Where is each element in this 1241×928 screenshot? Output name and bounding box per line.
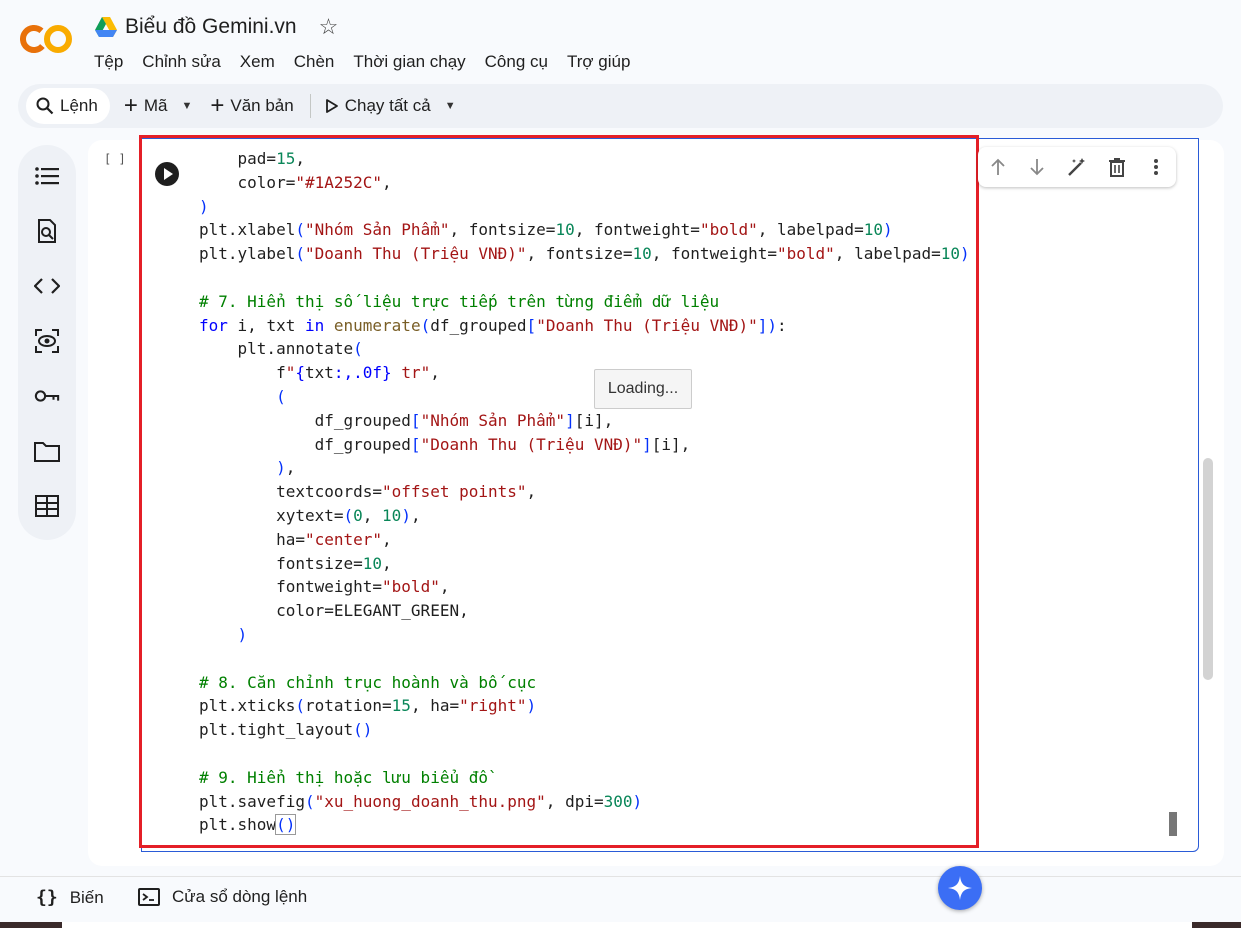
top-bar: Biểu đồ Gemini.vn ☆ Tệp Chỉnh sửa Xem Ch…: [0, 0, 1241, 80]
chevron-down-icon[interactable]: ▼: [181, 100, 192, 112]
gemini-button[interactable]: [938, 866, 982, 910]
menu-runtime[interactable]: Thời gian chạy: [353, 52, 465, 72]
variables-button[interactable]: {} Biến: [36, 887, 104, 908]
code-snippets-icon[interactable]: [34, 273, 60, 299]
magic-edit-icon[interactable]: [1057, 157, 1097, 177]
menu-insert[interactable]: Chèn: [294, 52, 335, 72]
google-drive-icon: [95, 17, 117, 37]
page-scrollbar[interactable]: [1203, 458, 1213, 680]
search-icon: [36, 97, 54, 115]
move-down-icon[interactable]: [1018, 158, 1058, 176]
sparkle-icon: [948, 876, 972, 900]
menu-bar: Tệp Chỉnh sửa Xem Chèn Thời gian chạy Cô…: [94, 52, 649, 72]
bottom-edge: [0, 922, 1241, 928]
menu-file[interactable]: Tệp: [94, 52, 123, 72]
menu-view[interactable]: Xem: [240, 52, 275, 72]
toolbar-divider: [309, 94, 311, 118]
editor-scrollbar[interactable]: [1169, 812, 1177, 836]
menu-help[interactable]: Trợ giúp: [567, 52, 630, 72]
variables-inspector-icon[interactable]: [34, 328, 60, 354]
data-table-icon[interactable]: [34, 493, 60, 519]
menu-edit[interactable]: Chỉnh sửa: [142, 52, 220, 72]
run-all-label: Chạy tất cả: [344, 96, 431, 115]
terminal-label: Cửa sổ dòng lệnh: [172, 887, 308, 906]
chevron-down-icon[interactable]: ▼: [445, 100, 456, 112]
loading-tooltip: Loading...: [594, 369, 692, 409]
command-palette-button[interactable]: Lệnh: [26, 88, 110, 124]
add-code-button[interactable]: + Mã: [124, 94, 168, 118]
add-text-label: Văn bản: [230, 96, 294, 115]
cell-toolbar: [978, 147, 1176, 187]
table-of-contents-icon[interactable]: [34, 163, 60, 189]
add-code-label: Mã: [143, 96, 168, 115]
files-folder-icon[interactable]: [34, 438, 60, 464]
plus-icon: +: [210, 92, 225, 119]
run-all-button[interactable]: Chạy tất cả: [325, 96, 431, 116]
menu-tools[interactable]: Công cụ: [485, 52, 548, 72]
more-vertical-icon[interactable]: [1136, 158, 1176, 176]
star-icon[interactable]: ☆: [319, 14, 339, 40]
execution-count: [ ]: [104, 152, 126, 166]
title-row: Biểu đồ Gemini.vn ☆: [95, 14, 338, 40]
highlight-box: [139, 135, 979, 848]
status-bar: {} Biến Cửa sổ dòng lệnh: [0, 876, 1241, 923]
add-text-button[interactable]: + Văn bản: [210, 94, 293, 118]
variables-label: Biến: [69, 887, 104, 907]
move-up-icon[interactable]: [978, 158, 1018, 176]
command-label: Lệnh: [60, 96, 98, 115]
notebook-toolbar: Lệnh + Mã ▼ + Văn bản Chạy tất cả ▼: [18, 84, 1223, 128]
find-icon[interactable]: [34, 218, 60, 244]
notebook-title[interactable]: Biểu đồ Gemini.vn: [125, 15, 297, 39]
delete-icon[interactable]: [1097, 157, 1137, 177]
play-outline-icon: [325, 99, 338, 113]
terminal-button[interactable]: Cửa sổ dòng lệnh: [138, 887, 307, 907]
colab-logo[interactable]: [20, 22, 74, 56]
curly-braces-icon: {}: [36, 887, 58, 908]
left-sidebar: [18, 145, 76, 540]
plus-icon: +: [123, 92, 138, 119]
secrets-key-icon[interactable]: [34, 383, 60, 409]
terminal-icon: [138, 888, 160, 906]
